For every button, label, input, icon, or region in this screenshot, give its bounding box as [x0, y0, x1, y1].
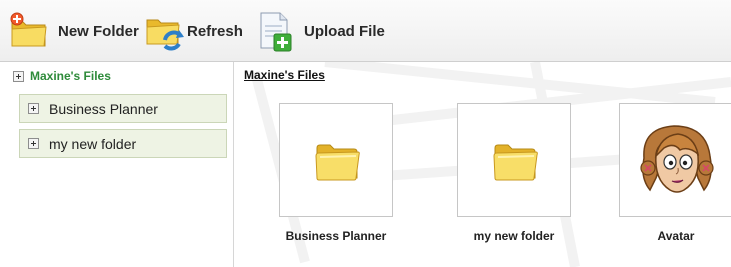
expand-icon[interactable]: [28, 138, 39, 149]
tree-item-my-new-folder[interactable]: my new folder: [19, 129, 227, 158]
folder-icon: [493, 144, 538, 181]
toolbar: New Folder Refresh Upload File: [0, 0, 731, 62]
upload-file-icon: [260, 12, 292, 52]
upload-file-label: Upload File: [304, 22, 385, 40]
tree-item-business-planner[interactable]: Business Planner: [19, 94, 227, 123]
refresh-button[interactable]: Refresh: [143, 0, 243, 62]
refresh-label: Refresh: [187, 22, 243, 40]
breadcrumb[interactable]: Maxine's Files: [244, 68, 325, 82]
tree-item-label: my new folder: [49, 135, 137, 152]
tile-label: my new folder: [473, 229, 555, 243]
upload-file-button[interactable]: Upload File: [254, 0, 385, 62]
new-folder-button[interactable]: New Folder: [8, 0, 139, 62]
expand-icon[interactable]: [13, 70, 24, 82]
tree-item-label: Business Planner: [49, 100, 158, 117]
expand-icon[interactable]: [28, 103, 39, 114]
folder-tile-my-new-folder[interactable]: [457, 103, 571, 217]
folder-tile-business-planner[interactable]: [279, 103, 393, 217]
image-tile-avatar[interactable]: [619, 103, 731, 217]
tree-root[interactable]: Maxine's Files: [13, 69, 111, 83]
tree-root-label: Maxine's Files: [30, 69, 111, 83]
folder-tree-sidebar: Maxine's Files Business Planner my new f…: [0, 62, 234, 267]
file-browser-main: Maxine's Files Business Planner my new f…: [235, 62, 731, 267]
tile-label: Business Planner: [285, 229, 387, 243]
tile-label: Avatar: [657, 229, 695, 243]
refresh-icon: [146, 19, 184, 51]
folder-icon: [315, 144, 360, 181]
new-folder-icon: [10, 12, 47, 47]
avatar-image: [640, 125, 714, 193]
new-folder-label: New Folder: [58, 22, 139, 40]
